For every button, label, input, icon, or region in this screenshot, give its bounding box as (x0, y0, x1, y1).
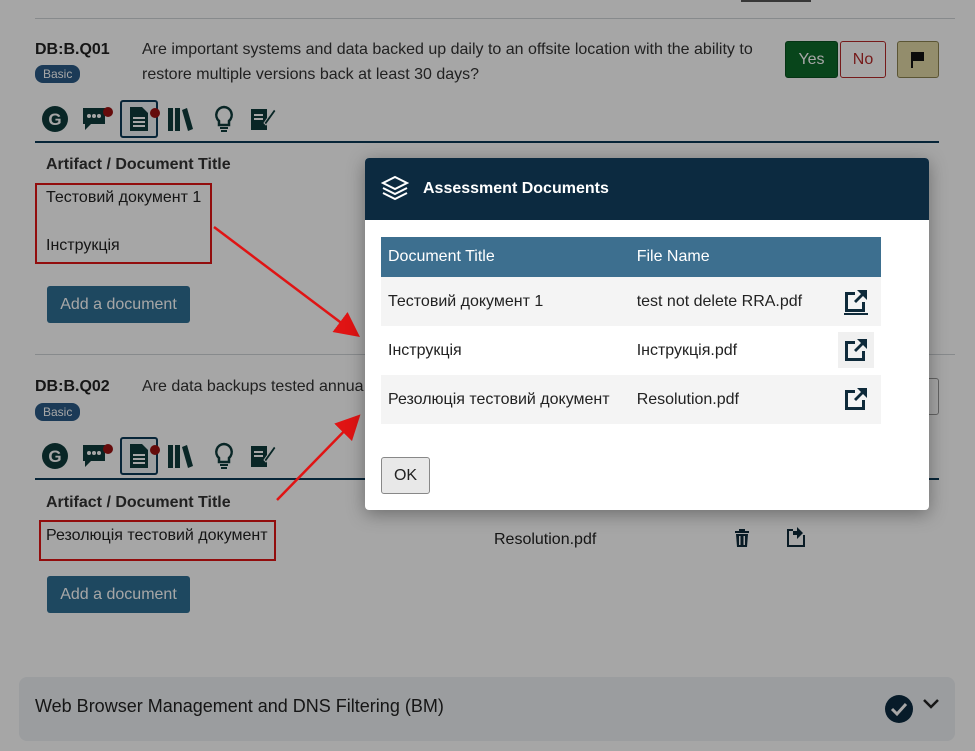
open-document-button[interactable] (837, 332, 874, 368)
open-document-button[interactable] (838, 381, 874, 417)
open-cell (830, 375, 881, 424)
file-name-cell: Resolution.pdf (629, 375, 831, 424)
assessment-documents-modal: Assessment Documents Document Title File… (365, 158, 929, 510)
external-link-icon (843, 290, 868, 315)
table-row: Інструкція Інструкція.pdf (381, 326, 881, 375)
column-header-actions (830, 237, 881, 277)
table-row: Резолюція тестовий документ Resolution.p… (381, 375, 881, 424)
file-name-cell: Інструкція.pdf (629, 326, 831, 375)
column-header: File Name (629, 237, 831, 277)
table-row: Тестовий документ 1 test not delete RRA.… (381, 277, 881, 326)
open-cell (830, 277, 881, 326)
column-header: Document Title (381, 237, 630, 277)
open-document-button[interactable] (838, 283, 874, 319)
file-name-cell: test not delete RRA.pdf (629, 277, 831, 326)
document-title-cell: Інструкція (381, 326, 630, 375)
external-link-icon (844, 339, 867, 361)
layers-icon (380, 174, 410, 207)
modal-title: Assessment Documents (423, 180, 609, 197)
document-title-cell: Тестовий документ 1 (381, 277, 630, 326)
ok-button[interactable]: OK (381, 457, 430, 494)
modal-header: Assessment Documents (365, 158, 929, 220)
document-title-cell: Резолюція тестовий документ (381, 375, 630, 424)
documents-table: Document Title File Name Тестовий докуме… (381, 237, 881, 424)
open-cell (830, 326, 881, 375)
external-link-icon (844, 388, 867, 410)
